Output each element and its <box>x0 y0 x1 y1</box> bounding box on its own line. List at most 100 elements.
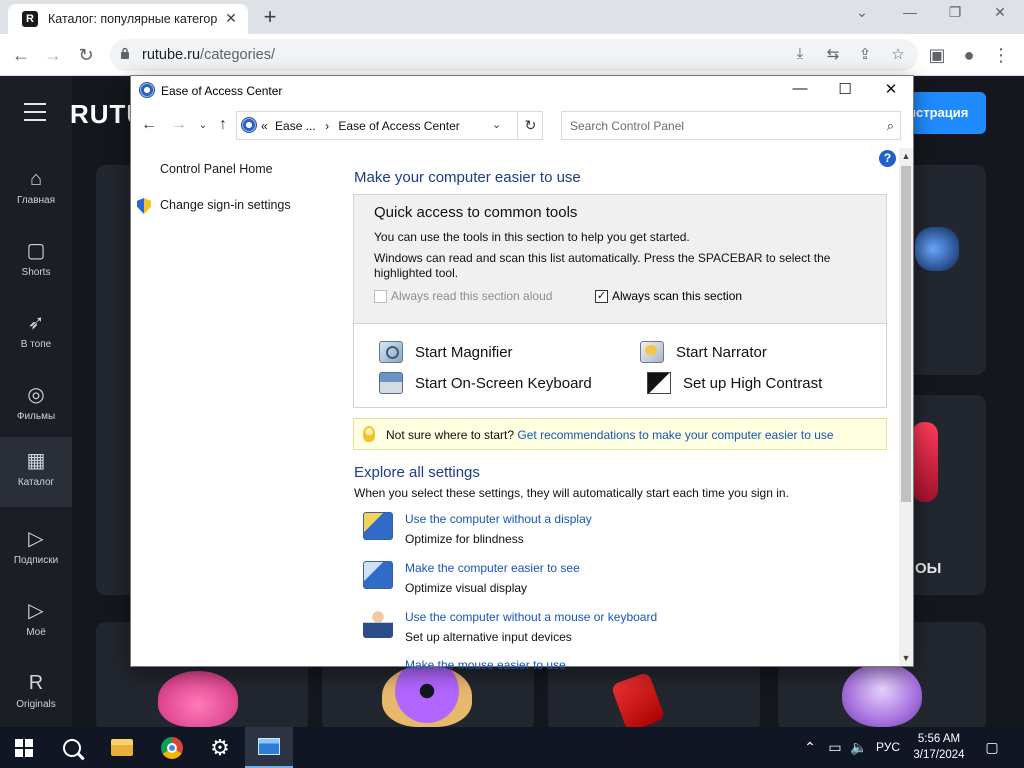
rt-nav-catalog[interactable]: ▦ Каталог <box>0 437 72 507</box>
rt-nav-label: Originals <box>16 699 56 710</box>
rt-nav-films[interactable]: ◎ Фильмы <box>0 371 72 441</box>
set-up-high-contrast-button[interactable]: Set up High Contrast <box>647 372 822 394</box>
new-tab-icon[interactable]: + <box>258 4 282 30</box>
menu-kebab-icon[interactable]: ⋮ <box>990 44 1012 66</box>
address-bar[interactable]: rutube.ru/categories/ ⤓ ⇆ ⇪ ☆ <box>110 39 918 71</box>
window-title-bar[interactable]: Ease of Access Center — ☐ ✕ <box>131 76 913 106</box>
start-on-screen-keyboard-button[interactable]: Start On-Screen Keyboard <box>379 372 592 394</box>
control-panel-home-link[interactable]: Control Panel Home <box>160 162 273 176</box>
setting-link[interactable]: Use the computer without a mouse or keyb… <box>405 610 657 624</box>
rt-nav-shorts[interactable]: ▢ Shorts <box>0 227 72 297</box>
search-input[interactable] <box>562 112 872 139</box>
folder-icon <box>111 739 133 756</box>
back-arrow-icon[interactable]: ← <box>10 44 32 66</box>
register-button[interactable]: истрация <box>908 92 986 134</box>
network-icon[interactable]: ▭ <box>824 727 846 768</box>
control-panel-taskbar-button[interactable] <box>245 727 293 768</box>
restore-icon[interactable]: ❐ <box>945 4 965 21</box>
control-panel-icon <box>258 738 280 755</box>
keyboard-icon <box>379 372 403 394</box>
taskbar-search-button[interactable] <box>48 727 96 768</box>
quick-access-scan-info-2: highlighted tool. <box>374 266 459 280</box>
address-field[interactable]: « Ease ... › Ease of Access Center ⌄ ↻ <box>236 111 543 140</box>
breadcrumb-item[interactable]: Ease ... <box>275 119 316 133</box>
setting-link[interactable]: Use the computer without a display <box>405 512 592 526</box>
tab-search-chevron-icon[interactable]: ⌄ <box>852 4 872 21</box>
tip-text: Not sure where to start? Get recommendat… <box>386 428 834 442</box>
browser-toolbar: ← → ↻ rutube.ru/categories/ ⤓ ⇆ ⇪ ☆ ▣ ● … <box>0 34 1024 76</box>
minimize-icon[interactable]: — <box>900 4 920 20</box>
category-title: ОЫ <box>915 560 942 577</box>
side-panel-icon[interactable]: ▣ <box>926 44 948 66</box>
search-box: ⌕ <box>561 111 901 140</box>
breadcrumb-overflow[interactable]: « <box>261 119 268 133</box>
window-title: Ease of Access Center <box>161 84 283 98</box>
help-icon[interactable]: ? <box>879 150 896 167</box>
install-app-icon[interactable]: ⤓ <box>790 45 810 62</box>
hamburger-menu-icon[interactable] <box>24 103 46 127</box>
rt-nav-home[interactable]: ⌂ Главная <box>0 155 72 225</box>
scroll-up-icon[interactable]: ▲ <box>899 148 913 164</box>
file-explorer-button[interactable] <box>98 727 146 768</box>
reload-icon[interactable]: ↻ <box>75 44 97 66</box>
rt-nav-label: В топе <box>20 339 52 350</box>
setting-link[interactable]: Make the computer easier to see <box>405 561 580 575</box>
read-aloud-checkbox[interactable]: Always read this section aloud <box>374 289 552 303</box>
uac-shield-icon <box>137 198 151 214</box>
rt-nav-subscriptions[interactable]: ▷ Подписки <box>0 515 72 585</box>
window-close-icon[interactable]: ✕ <box>878 80 904 98</box>
bookmark-star-icon[interactable]: ☆ <box>888 45 908 63</box>
close-icon[interactable]: ✕ <box>990 4 1010 21</box>
system-clock[interactable]: 5:56 AM 3/17/2024 <box>906 731 972 763</box>
setting-without-display[interactable]: Use the computer without a display Optim… <box>363 512 883 556</box>
translate-icon[interactable]: ⇆ <box>823 45 843 63</box>
breadcrumb-separator[interactable]: › <box>325 119 329 133</box>
lightbulb-icon <box>363 426 375 442</box>
breadcrumb-item[interactable]: Ease of Access Center <box>338 119 459 133</box>
refresh-icon[interactable]: ↻ <box>517 112 543 139</box>
rt-nav-originals[interactable]: R Originals <box>0 659 72 729</box>
forward-arrow-icon[interactable]: → <box>42 44 64 66</box>
setting-mouse-easier[interactable]: Make the mouse easier to use <box>363 659 883 669</box>
address-dropdown-icon[interactable]: ⌄ <box>492 118 501 131</box>
recommendations-link[interactable]: Get recommendations to make your compute… <box>517 428 833 442</box>
checkbox-label: Always read this section aloud <box>391 289 553 303</box>
rutube-sidebar: ⌂ Главная ▢ Shorts ➶ В топе ◎ Фильмы ▦ К… <box>0 77 72 727</box>
share-icon[interactable]: ⇪ <box>855 45 875 63</box>
nav-back-icon[interactable]: ← <box>139 116 159 134</box>
always-scan-checkbox[interactable]: ✓ Always scan this section <box>595 289 742 303</box>
settings-button[interactable]: ⚙ <box>196 727 244 768</box>
notifications-icon[interactable]: ▢ <box>980 727 1004 768</box>
window-maximize-icon[interactable]: ☐ <box>832 80 858 98</box>
browser-tab[interactable]: R Каталог: популярные категории ✕ <box>8 4 248 34</box>
recent-locations-icon[interactable]: ⌄ <box>193 120 213 131</box>
search-icon[interactable]: ⌕ <box>887 118 894 134</box>
setting-easier-to-see[interactable]: Make the computer easier to see Optimize… <box>363 561 883 605</box>
vertical-scrollbar[interactable]: ▲ ▼ <box>899 148 913 666</box>
setting-link[interactable]: Make the mouse easier to use <box>405 659 566 669</box>
scroll-down-icon[interactable]: ▼ <box>899 650 913 666</box>
chrome-button[interactable] <box>148 727 196 768</box>
start-button[interactable] <box>0 727 48 768</box>
rt-nav-my[interactable]: ▷ Моё <box>0 587 72 657</box>
change-sign-in-link[interactable]: Change sign-in settings <box>160 198 291 212</box>
volume-muted-icon[interactable]: 🔈 <box>848 727 870 768</box>
setting-without-mouse-keyboard[interactable]: Use the computer without a mouse or keyb… <box>363 610 883 654</box>
tip-question: Not sure where to start? <box>386 428 515 442</box>
start-narrator-button[interactable]: Start Narrator <box>640 341 767 363</box>
tab-close-icon[interactable]: ✕ <box>222 10 240 27</box>
catalog-icon: ▦ <box>26 450 46 472</box>
scroll-thumb[interactable] <box>901 166 911 502</box>
recommendation-banner: Not sure where to start? Get recommendat… <box>353 418 887 450</box>
tab-title: Каталог: популярные категории <box>48 12 218 26</box>
window-minimize-icon[interactable]: — <box>787 80 813 97</box>
nav-forward-icon[interactable]: → <box>169 116 189 134</box>
nav-up-icon[interactable]: ↑ <box>213 116 233 134</box>
rt-nav-top[interactable]: ➶ В топе <box>0 299 72 369</box>
shorts-icon: ▢ <box>26 240 46 262</box>
tool-label: Start On-Screen Keyboard <box>415 374 592 392</box>
language-indicator[interactable]: РУС <box>872 727 904 768</box>
tray-chevron-up-icon[interactable]: ⌃ <box>800 727 820 768</box>
start-magnifier-button[interactable]: Start Magnifier <box>379 341 513 363</box>
profile-avatar-icon[interactable]: ● <box>958 44 980 66</box>
